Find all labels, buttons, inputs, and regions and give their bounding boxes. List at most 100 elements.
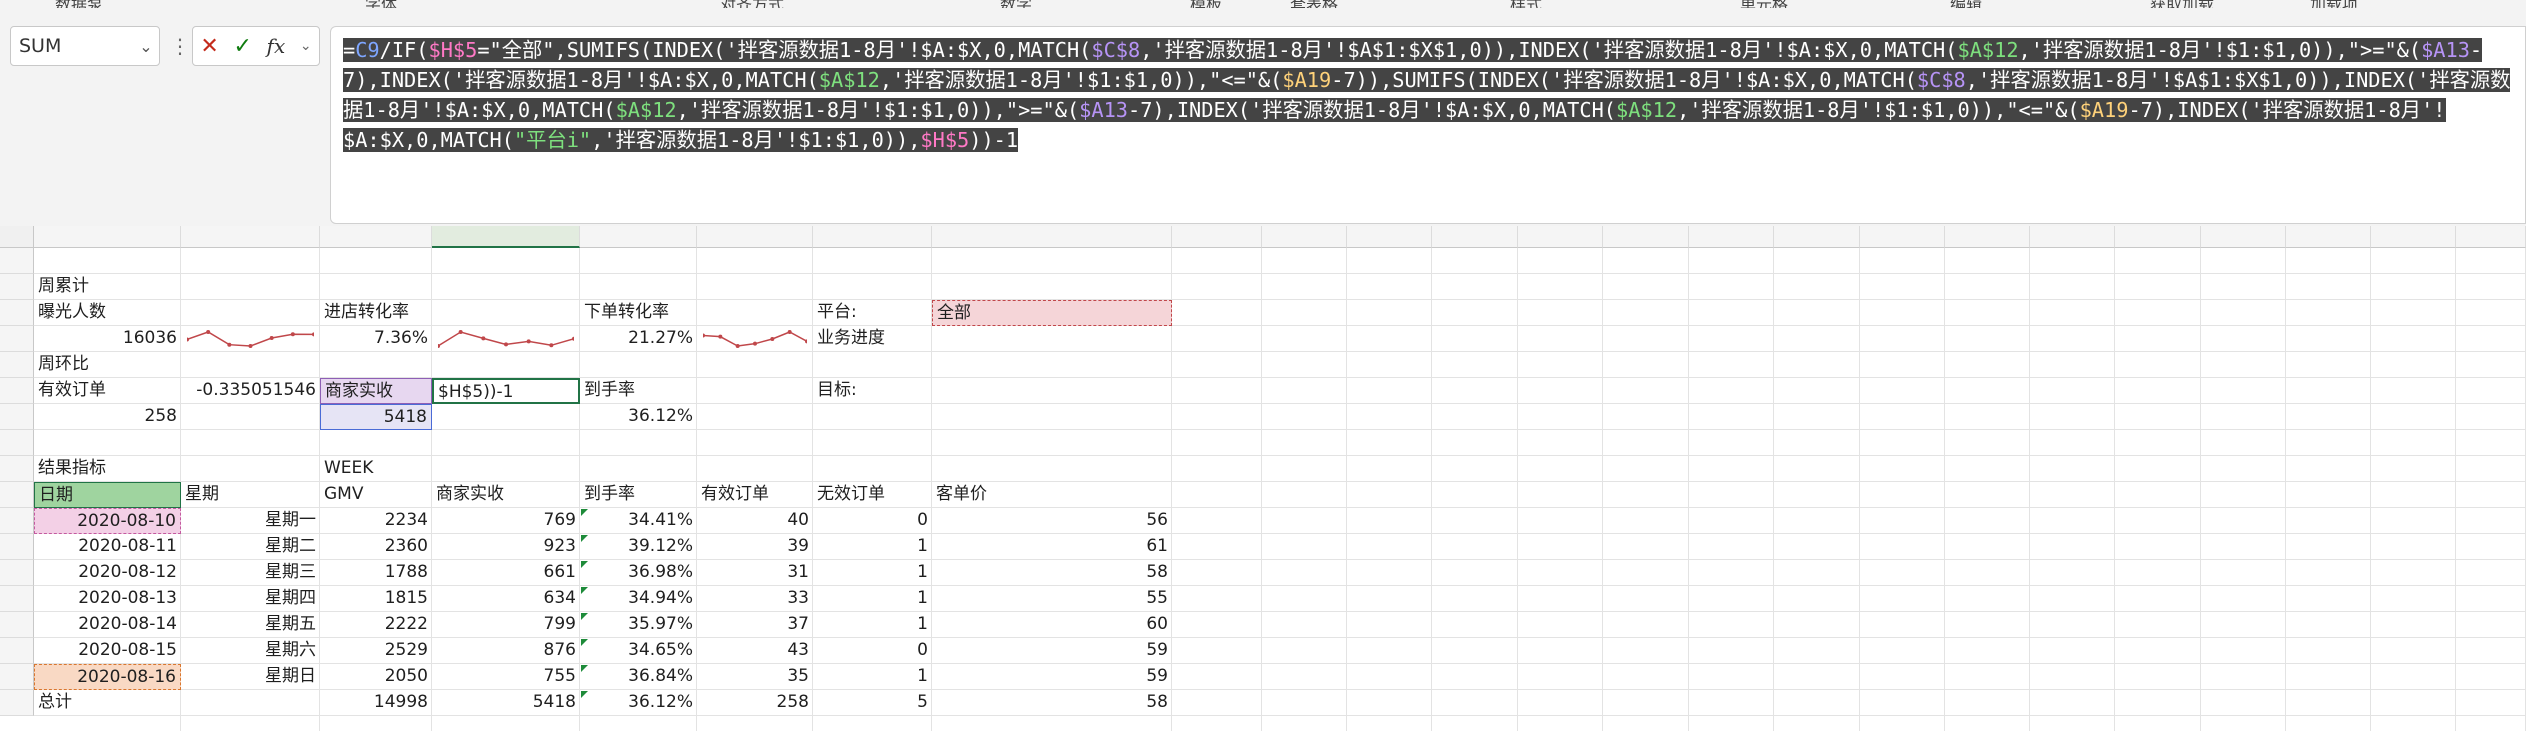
table-cell[interactable]: 星期五	[181, 612, 320, 638]
table-cell[interactable]: 634	[432, 586, 580, 612]
table-cell[interactable]: 56	[932, 508, 1172, 534]
column-header-s[interactable]	[2030, 226, 2115, 248]
row-header-19[interactable]	[0, 664, 34, 690]
table-cell[interactable]: 34.41%	[580, 508, 697, 534]
wow-value[interactable]: -0.335051546	[181, 378, 320, 404]
table-cell[interactable]: 1	[813, 534, 932, 560]
table-cell[interactable]: 33	[697, 586, 813, 612]
row-header-15[interactable]	[0, 560, 34, 586]
table-cell[interactable]: 2360	[320, 534, 432, 560]
total-cell[interactable]: 5	[813, 690, 932, 716]
table-cell[interactable]: 1	[813, 560, 932, 586]
table-cell[interactable]: 40	[697, 508, 813, 534]
table-cell[interactable]: 59	[932, 638, 1172, 664]
column-header-r[interactable]	[1945, 226, 2030, 248]
row-header-13[interactable]	[0, 508, 34, 534]
row-header-16[interactable]	[0, 586, 34, 612]
table-cell[interactable]: 2050	[320, 664, 432, 690]
table-cell[interactable]: 2020-08-15	[34, 638, 181, 664]
table-cell[interactable]: 35.97%	[580, 612, 697, 638]
table-cell[interactable]: 2020-08-13	[34, 586, 181, 612]
column-header-d[interactable]	[432, 226, 580, 248]
table-cell[interactable]: 2020-08-12	[34, 560, 181, 586]
table-cell[interactable]: 星期六	[181, 638, 320, 664]
table-cell[interactable]: 0	[813, 508, 932, 534]
table-cell[interactable]: 34.94%	[580, 586, 697, 612]
row-header-17[interactable]	[0, 612, 34, 638]
platform-select[interactable]: 全部	[932, 300, 1172, 326]
row-header-5[interactable]	[0, 300, 34, 326]
table-cell[interactable]: 34.65%	[580, 638, 697, 664]
total-cell[interactable]: 5418	[432, 690, 580, 716]
column-header-h[interactable]	[932, 226, 1172, 248]
column-header-g[interactable]	[813, 226, 932, 248]
total-cell[interactable]: 14998	[320, 690, 432, 716]
row-header-9[interactable]	[0, 404, 34, 430]
column-header-m[interactable]	[1518, 226, 1603, 248]
row-header-11[interactable]	[0, 456, 34, 482]
column-header-c[interactable]	[320, 226, 432, 248]
store-conversion-value[interactable]: 7.36%	[320, 326, 432, 352]
total-cell[interactable]: 58	[932, 690, 1172, 716]
table-header[interactable]: 商家实收	[432, 482, 580, 508]
column-header-v[interactable]	[2286, 226, 2371, 248]
row-header-3[interactable]	[0, 248, 34, 274]
table-cell[interactable]: 星期四	[181, 586, 320, 612]
chevron-down-icon[interactable]: ⌄	[300, 38, 312, 54]
column-header-f[interactable]	[697, 226, 813, 248]
column-header-b[interactable]	[181, 226, 320, 248]
wow-label[interactable]: 周环比	[34, 352, 181, 378]
table-cell[interactable]: 31	[697, 560, 813, 586]
select-all-corner[interactable]	[0, 226, 34, 248]
column-header-t[interactable]	[2115, 226, 2201, 248]
table-cell[interactable]: 星期三	[181, 560, 320, 586]
exposure-value[interactable]: 16036	[34, 326, 181, 352]
table-cell[interactable]: 星期一	[181, 508, 320, 534]
table-cell[interactable]: 876	[432, 638, 580, 664]
column-header-k[interactable]	[1347, 226, 1432, 248]
table-cell[interactable]: 36.98%	[580, 560, 697, 586]
column-header-n[interactable]	[1603, 226, 1689, 248]
exposure-label[interactable]: 曝光人数	[34, 300, 181, 326]
merchant-income-value[interactable]: 5418	[320, 404, 432, 430]
total-cell[interactable]: 258	[697, 690, 813, 716]
table-cell[interactable]: 37	[697, 612, 813, 638]
table-cell[interactable]: 799	[432, 612, 580, 638]
chevron-down-icon[interactable]: ⌄	[133, 37, 159, 56]
error-indicator-icon[interactable]	[581, 639, 588, 646]
table-cell[interactable]: 0	[813, 638, 932, 664]
merchant-income-label[interactable]: 商家实收	[320, 378, 432, 404]
progress-label[interactable]: 业务进度	[813, 326, 932, 352]
valid-orders-label[interactable]: 有效订单	[34, 378, 181, 404]
error-indicator-icon[interactable]	[581, 665, 588, 672]
row-header-18[interactable]	[0, 638, 34, 664]
store-conversion-label[interactable]: 进店转化率	[320, 300, 432, 326]
table-cell[interactable]: 星期二	[181, 534, 320, 560]
table-cell[interactable]: 58	[932, 560, 1172, 586]
table-cell[interactable]: 923	[432, 534, 580, 560]
table-header[interactable]: 无效订单	[813, 482, 932, 508]
error-indicator-icon[interactable]	[581, 691, 588, 698]
table-cell[interactable]: 39.12%	[580, 534, 697, 560]
order-conversion-value[interactable]: 21.27%	[580, 326, 697, 352]
error-indicator-icon[interactable]	[581, 535, 588, 542]
table-header[interactable]: 客单价	[932, 482, 1172, 508]
table-header[interactable]: 日期	[34, 482, 181, 508]
section-label[interactable]: 结果指标	[34, 456, 181, 482]
error-indicator-icon[interactable]	[581, 509, 588, 516]
table-cell[interactable]: 1	[813, 664, 932, 690]
table-header[interactable]: 有效订单	[697, 482, 813, 508]
valid-orders-value[interactable]: 258	[34, 404, 181, 430]
row-header-7[interactable]	[0, 352, 34, 378]
total-cell[interactable]: 总计	[34, 690, 181, 716]
table-cell[interactable]: 43	[697, 638, 813, 664]
total-cell[interactable]	[181, 690, 320, 716]
order-conversion-label[interactable]: 下单转化率	[580, 300, 697, 326]
table-cell[interactable]: 2020-08-14	[34, 612, 181, 638]
table-cell[interactable]: 39	[697, 534, 813, 560]
more-options-icon[interactable]: ⋮	[170, 34, 190, 58]
table-cell[interactable]: 2222	[320, 612, 432, 638]
table-header[interactable]: GMV	[320, 482, 432, 508]
column-header-j[interactable]	[1262, 226, 1347, 248]
table-cell[interactable]: 1815	[320, 586, 432, 612]
